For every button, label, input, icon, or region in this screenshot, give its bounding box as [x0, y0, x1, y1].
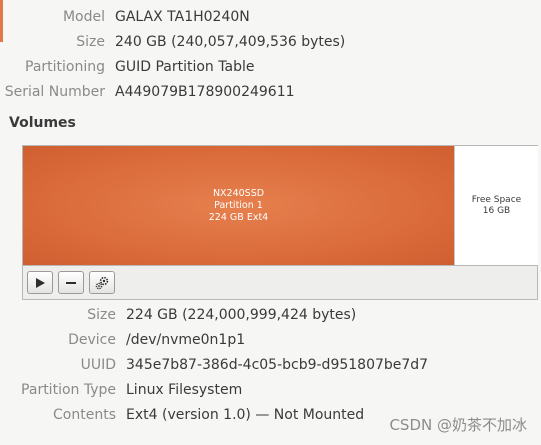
partition-settings-button[interactable] [89, 271, 115, 294]
play-icon [36, 277, 45, 288]
volume-partition-type-row: Partition Type Linux Filesystem [0, 379, 541, 401]
free-space-block[interactable]: Free Space 16 GB [454, 146, 538, 265]
free-space-label: Free Space [471, 194, 522, 205]
volume-uuid-label: UUID [80, 357, 116, 373]
volume-uuid-value: 345e7b87-386d-4c05-bcb9-d951807be7d7 [126, 357, 429, 373]
volume-size-value: 224 GB (224,000,999,424 bytes) [126, 307, 357, 323]
serial-value: A449079B178900249611 [115, 84, 295, 100]
size-value: 240 GB (240,057,409,536 bytes) [115, 34, 346, 50]
size-label: Size [76, 34, 105, 50]
partition-number: Partition 1 [214, 199, 263, 211]
gears-icon [95, 276, 109, 289]
disk-serial-row: Serial Number A449079B178900249611 [0, 81, 541, 103]
model-label: Model [62, 9, 105, 25]
volume-toolbar [22, 266, 538, 300]
volume-map: NX240SSD Partition 1 224 GB Ext4 Free Sp… [22, 145, 538, 266]
watermark: CSDN @奶茶不加冰 [389, 416, 527, 434]
volumes-heading: Volumes [9, 115, 76, 131]
partitioning-label: Partitioning [25, 59, 105, 75]
volume-size-row: Size 224 GB (224,000,999,424 bytes) [0, 304, 541, 326]
partition-1-block[interactable]: NX240SSD Partition 1 224 GB Ext4 [23, 146, 454, 265]
delete-partition-button[interactable] [58, 271, 84, 294]
volume-uuid-row: UUID 345e7b87-386d-4c05-bcb9-d951807be7d… [0, 354, 541, 376]
volume-device-value: /dev/nvme0n1p1 [126, 332, 246, 348]
model-value: GALAX TA1H0240N [115, 9, 250, 25]
minus-icon [66, 281, 76, 284]
partitioning-value: GUID Partition Table [115, 59, 255, 75]
disk-model-row: Model GALAX TA1H0240N [0, 6, 541, 28]
serial-label: Serial Number [4, 84, 105, 100]
contents-value: Ext4 (version 1.0) — Not Mounted [126, 407, 365, 423]
disk-size-row: Size 240 GB (240,057,409,536 bytes) [0, 31, 541, 53]
contents-label: Contents [53, 407, 116, 423]
volume-device-row: Device /dev/nvme0n1p1 [0, 329, 541, 351]
partition-type-label: Partition Type [21, 382, 116, 398]
mount-button[interactable] [27, 271, 53, 294]
free-space-size: 16 GB [482, 205, 511, 216]
partition-name: NX240SSD [212, 187, 265, 199]
disk-partitioning-row: Partitioning GUID Partition Table [0, 56, 541, 78]
volume-device-label: Device [68, 332, 116, 348]
volume-size-label: Size [87, 307, 116, 323]
partition-size-fs: 224 GB Ext4 [208, 211, 269, 223]
partition-type-value: Linux Filesystem [126, 382, 243, 398]
